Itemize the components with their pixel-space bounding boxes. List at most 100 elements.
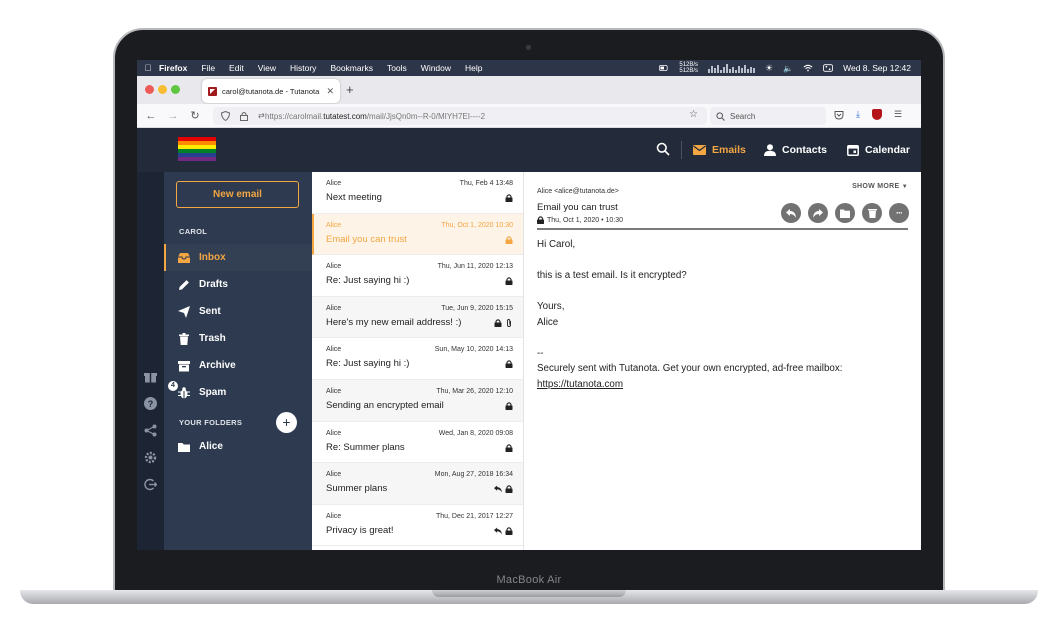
browser-tab-active[interactable]: carol@tutanota.de - Tutanota ✕ [202,79,340,103]
mail-list-item[interactable]: Alice Mon, Aug 27, 2018 16:34 Summer plans [312,463,523,505]
mail-status-icons [505,277,513,286]
battery-icon[interactable] [659,64,669,72]
tab-close-icon[interactable]: ✕ [326,86,334,97]
folder-trash-label: Trash [199,333,226,344]
show-more-button[interactable]: SHOW MORE ▼ [852,183,908,190]
download-icon[interactable]: ⤓ [856,109,860,120]
gear-icon[interactable] [144,451,157,464]
mail-date: Wed, Jan 8, 2020 09:08 [438,429,513,437]
mail-subject: Here's my new email address! :) [326,316,462,328]
volume-icon[interactable]: 🔈 [783,64,793,73]
brightness-icon[interactable]: ☀ [765,63,773,74]
forward-button[interactable] [808,203,828,223]
body-name: Alice [537,316,559,328]
browser-search-input[interactable]: Search [710,107,826,125]
lock-icon [505,402,513,410]
tutanota-app: Emails Contacts Calendar ? New email CAR… [137,128,921,550]
new-tab-button[interactable]: + [346,82,354,97]
permissions-icon[interactable]: ⇄ [258,111,265,121]
mail-list-item[interactable]: Alice Thu, Mar 26, 2020 12:10 Sending an e… [312,380,523,422]
maximize-window-button[interactable] [171,85,180,94]
envelope-icon [693,145,706,155]
menu-history[interactable]: History [290,63,316,73]
folder-sent[interactable]: Sent [164,298,312,325]
hamburger-menu-icon[interactable]: ☰ [894,109,902,120]
mail-list-item[interactable]: Alice Wed, Jan 8, 2020 09:08 Re: Summer pl… [312,422,523,464]
close-window-button[interactable] [145,85,154,94]
mail-date: Mon, Aug 27, 2018 16:34 [434,471,513,479]
new-email-button[interactable]: New email [176,181,299,208]
mail-list-item[interactable]: Alice Thu, Jun 11, 2020 12:13 Re: Just say… [312,255,523,297]
nav-calendar-label: Calendar [865,144,910,156]
mail-date: Thu, Feb 4 13:48 [459,180,513,187]
device-brand-label: MacBook Air [496,574,562,586]
mail-subject: Summer plans [326,483,388,495]
mail-list-item[interactable]: Alice Sun, May 10, 2020 14:13 Re: Just say… [312,338,523,380]
folder-archive[interactable]: Archive [164,352,312,379]
more-button[interactable]: ··· [889,203,909,223]
nav-calendar[interactable]: Calendar [847,128,910,172]
control-center-icon[interactable] [823,64,834,72]
clock[interactable]: Wed 8. Sep 12:42 [843,63,911,73]
mail-list-item[interactable]: Alice Thu, Oct 1, 2020 10:30 Email you can… [312,213,523,256]
mail-subject: Re: Just saying hi :) [326,275,410,287]
folder-spam[interactable]: 4 Spam [164,379,312,406]
mail-status-icons [505,194,513,202]
menu-window[interactable]: Window [421,63,451,73]
move-button[interactable] [835,203,855,223]
menu-help[interactable]: Help [465,63,482,73]
padlock-icon[interactable] [240,111,248,121]
nav-emails[interactable]: Emails [693,128,746,172]
mail-list-item[interactable]: Alice Tue, Jun 9, 2020 15:15 Here's my new… [312,296,523,339]
ublock-icon[interactable] [871,109,882,120]
rainbow-logo[interactable] [178,137,216,161]
logout-icon[interactable] [144,478,157,491]
trash-icon [179,332,189,345]
gift-icon[interactable] [144,370,157,383]
search-icon[interactable] [656,142,670,156]
add-folder-button[interactable]: + [276,412,297,433]
minimize-window-button[interactable] [158,85,167,94]
signature-link[interactable]: https://tutanota.com [537,377,843,393]
folder-drafts[interactable]: Drafts [164,271,312,298]
menu-tools[interactable]: Tools [387,63,407,73]
folder-alice[interactable]: Alice [164,433,312,460]
delete-button[interactable] [862,203,882,223]
wifi-icon[interactable] [803,64,813,72]
folder-inbox-label: Inbox [199,252,226,263]
reply-button[interactable] [781,203,801,223]
help-icon[interactable]: ? [144,397,157,410]
forward-icon [813,208,823,218]
menu-bookmarks[interactable]: Bookmarks [330,63,373,73]
nav-contacts[interactable]: Contacts [764,128,827,172]
your-folders-label: YOUR FOLDERS [179,418,243,427]
menu-view[interactable]: View [258,63,276,73]
reader-date-row: Thu, Oct 1, 2020 • 10:30 [537,216,623,224]
menu-app-name[interactable]: Firefox [159,63,187,73]
tracking-shield-icon[interactable] [221,111,230,121]
back-arrow-icon[interactable]: ← [144,109,158,123]
reload-icon[interactable]: ↻ [188,109,202,123]
camera [526,45,531,50]
mail-list-item[interactable]: Alice Thu, Feb 4 13:48 Next meeting [312,172,523,214]
mail-list-item[interactable]: Alice Thu, Dec 21, 2017 12:27 Privacy is g… [312,505,523,547]
net-down: 512B/s [679,68,699,74]
pencil-icon [179,279,189,290]
url-bar[interactable]: ⇄ https://carolmail. tutatest.com/mail/Jj… [213,107,707,125]
forward-arrow-icon[interactable]: → [166,109,180,123]
caret-down-icon: ▼ [901,184,908,190]
bookmark-star-icon[interactable]: ☆ [689,109,698,120]
signature-text: Securely sent with Tutanota. Get your ow… [537,363,843,374]
reader-subject: Email you can trust [537,202,618,213]
reader-sender[interactable]: Alice <alice@tutanota.de> [537,188,619,195]
menu-file[interactable]: File [201,63,215,73]
mail-status-icons [505,402,513,410]
spam-count-badge: 4 [168,381,178,391]
reply-icon [494,485,502,493]
share-icon[interactable] [144,424,157,437]
pocket-icon[interactable] [834,110,844,120]
folder-trash[interactable]: Trash [164,325,312,352]
menu-edit[interactable]: Edit [229,63,244,73]
apple-icon[interactable]:  [137,63,159,73]
folder-inbox[interactable]: Inbox [164,244,312,271]
